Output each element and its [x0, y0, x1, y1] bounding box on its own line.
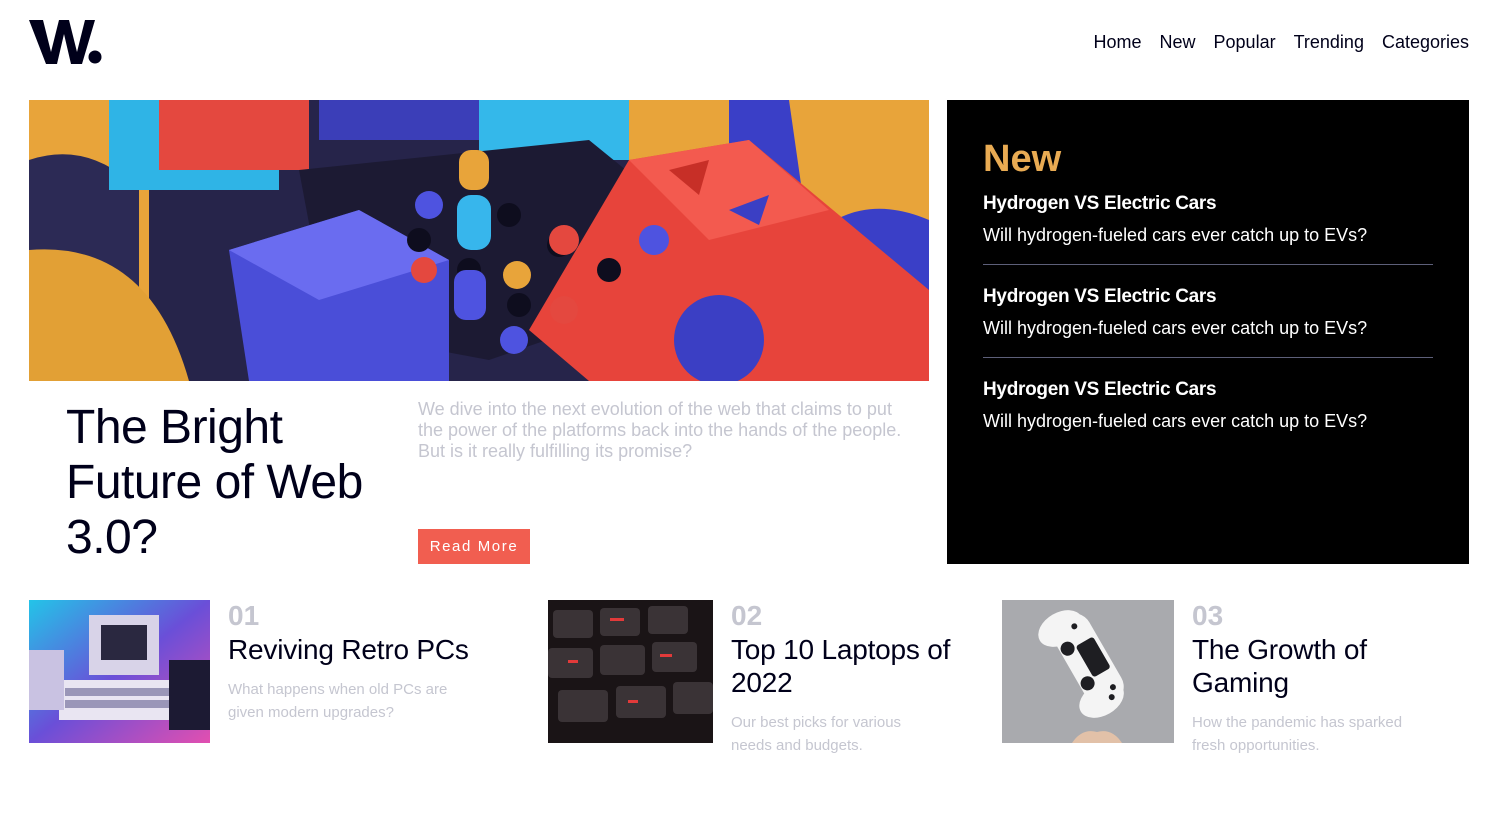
logo-icon[interactable]: [29, 12, 109, 68]
article-body: 02 Top 10 Laptops of 2022 Our best picks…: [731, 600, 971, 757]
new-item-description: Will hydrogen-fueled cars ever catch up …: [983, 225, 1368, 245]
article-number: 03: [1192, 600, 1224, 631]
main-nav: Home New Popular Trending Categories: [1076, 30, 1470, 54]
nav-categories[interactable]: Categories: [1382, 30, 1469, 54]
nav-new[interactable]: New: [1160, 30, 1196, 54]
new-item-description: Will hydrogen-fueled cars ever catch up …: [983, 318, 1368, 338]
article-card[interactable]: 02 Top 10 Laptops of 2022 Our best picks…: [548, 600, 978, 757]
article-title[interactable]: Reviving Retro PCs: [228, 633, 478, 666]
new-panel: New Hydrogen VS Electric Cars Will hydro…: [947, 100, 1469, 564]
new-panel-heading: New: [983, 138, 1062, 180]
new-item[interactable]: Hydrogen VS Electric Cars Will hydrogen-…: [983, 378, 1433, 450]
article-description: How the pandemic has sparked fresh oppor…: [1192, 714, 1403, 754]
article-title[interactable]: Top 10 Laptops of 2022: [731, 633, 971, 699]
article-description: What happens when old PCs are given mode…: [228, 681, 448, 721]
new-item[interactable]: Hydrogen VS Electric Cars Will hydrogen-…: [983, 192, 1433, 265]
article-number: 02: [731, 600, 763, 631]
article-body: 03 The Growth of Gaming How the pandemic…: [1192, 600, 1422, 757]
game-controller-image[interactable]: [1002, 600, 1174, 743]
nav-trending[interactable]: Trending: [1294, 30, 1364, 54]
new-item-title[interactable]: Hydrogen VS Electric Cars: [983, 378, 1433, 402]
article-card[interactable]: 01 Reviving Retro PCs What happens when …: [29, 600, 509, 743]
new-item-title[interactable]: Hydrogen VS Electric Cars: [983, 285, 1433, 309]
retro-pc-image[interactable]: [29, 600, 210, 743]
new-item-description: Will hydrogen-fueled cars ever catch up …: [983, 411, 1368, 431]
article-body: 01 Reviving Retro PCs What happens when …: [228, 600, 478, 743]
article-card[interactable]: 03 The Growth of Gaming How the pandemic…: [1002, 600, 1442, 757]
article-number: 01: [228, 600, 260, 631]
new-item[interactable]: Hydrogen VS Electric Cars Will hydrogen-…: [983, 285, 1433, 358]
hero-description: We dive into the next evolution of the w…: [418, 399, 902, 461]
new-item-title[interactable]: Hydrogen VS Electric Cars: [983, 192, 1433, 216]
article-title[interactable]: The Growth of Gaming: [1192, 633, 1422, 699]
keyboard-image[interactable]: [548, 600, 713, 743]
hero-title: The Bright Future of Web 3.0?: [66, 401, 363, 564]
nav-popular[interactable]: Popular: [1214, 30, 1276, 54]
article-description: Our best picks for various needs and bud…: [731, 714, 902, 754]
read-more-button[interactable]: Read More: [418, 529, 530, 564]
nav-home[interactable]: Home: [1094, 30, 1142, 54]
hero-image: [29, 100, 929, 381]
